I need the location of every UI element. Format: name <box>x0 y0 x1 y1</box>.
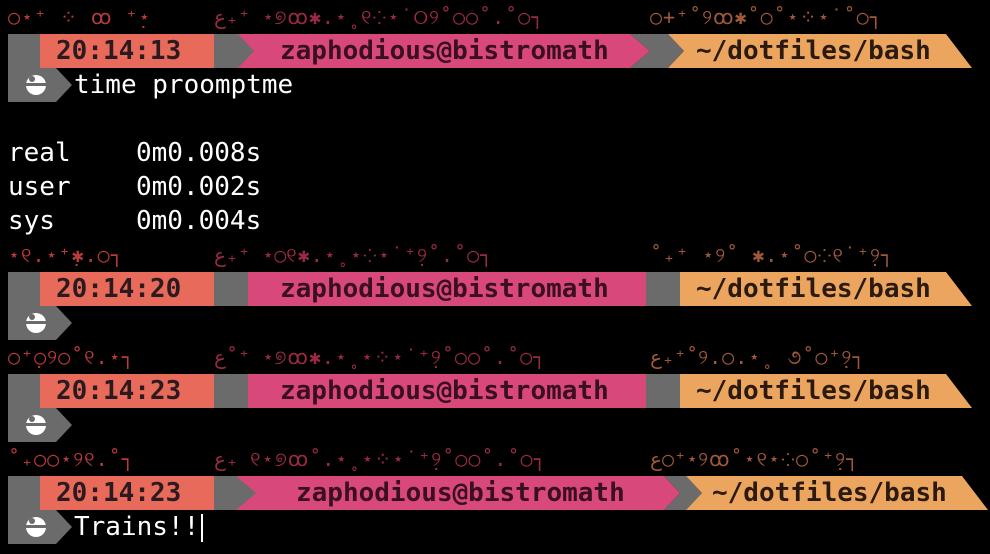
prompt-time: 20:14:13 <box>56 36 182 66</box>
deco-mid: ع₊⁺ ⋆୭ꝏ✱.⋆˳୧⁘⋆˙୦୨˚○○˚.˚○┐ <box>214 5 545 29</box>
prompt-path: ~/dotfiles/bash <box>712 478 947 508</box>
prompt-user-host: zaphodious@bistromath <box>280 274 609 304</box>
command-input[interactable]: Trains!! <box>74 510 204 544</box>
deco-right: ˚₊⁺ ⋆୨˚ ✱.⋆˚○⁘୧˙⁺̣୨┐ <box>650 243 894 267</box>
death-star-icon <box>8 408 72 442</box>
prompt-bar: 20:14:20 zaphodious@bistromath ~/dotfile… <box>0 272 990 306</box>
decoration-line: ˚₊○○⋆୨୧.˚┐ ع₊ ୧⋆୭ꝏ˚.⋆˳⋆⁘⋆˙⁺̣୨˚○○˚.˚○┐ ع○… <box>0 442 990 476</box>
command-line[interactable]: time proomptme <box>0 68 990 102</box>
decoration-line: ○⋆⁺ ⁘ ꝏ ⁺̣⋆ ع₊⁺ ⋆୭ꝏ✱.⋆˳୧⁘⋆˙୦୨˚○○˚.˚○┐ ○+… <box>0 0 990 34</box>
decoration-line: ○⁺̣○୨○˚୧.⋆┐ ع˚⁺ ⋆୭ꝏ✱.⋆˳⋆⁘⋆˙⁺̣୨˚○○˚.˚○┐ ع… <box>0 340 990 374</box>
prompt-path: ~/dotfiles/bash <box>696 274 931 304</box>
deco-mid: ع₊ ୧⋆୭ꝏ˚.⋆˳⋆⁘⋆˙⁺̣୨˚○○˚.˚○┐ <box>214 447 547 471</box>
prompt-path: ~/dotfiles/bash <box>696 376 931 406</box>
deco-right: ○+⁺˚୨ꝏ✱˚○˚⋆⁘⋆˙˚○┐ <box>650 5 883 29</box>
prompt-path: ~/dotfiles/bash <box>696 36 931 66</box>
command-line[interactable]: Trains!! <box>0 510 990 544</box>
deco-left: ○⋆⁺ ⁘ ꝏ ⁺̣⋆ <box>8 5 152 29</box>
command-line[interactable] <box>0 408 990 442</box>
prompt-user-host: zaphodious@bistromath <box>280 36 609 66</box>
prompt-user-host: zaphodious@bistromath <box>296 478 625 508</box>
output-label: real <box>8 138 71 168</box>
prompt-time: 20:14:23 <box>56 376 182 406</box>
deco-left: ˚₊○○⋆୨୧.˚┐ <box>8 447 135 471</box>
output-sys: sys 0m0.004s <box>8 204 261 238</box>
command-text: Trains!! <box>74 512 200 542</box>
deco-left: ○⁺̣○୨○˚୧.⋆┐ <box>8 345 135 369</box>
command-line[interactable] <box>0 306 990 340</box>
output-value: 0m0.008s <box>136 138 262 168</box>
prompt-bar: 20:14:23 zaphodious@bistromath ~/dotfile… <box>0 476 990 510</box>
output-user: user 0m0.002s <box>8 170 261 204</box>
deco-mid: ع₊⁺ ⋆○୧✱.⋆˳⋆⁘⋆˙⁺̣୨˚.˚○┐ <box>214 243 494 267</box>
output-label: sys <box>8 206 55 236</box>
output-value: 0m0.004s <box>136 206 262 236</box>
death-star-icon <box>8 68 72 102</box>
prompt-user-host: zaphodious@bistromath <box>280 376 609 406</box>
deco-mid: ع˚⁺ ⋆୭ꝏ✱.⋆˳⋆⁘⋆˙⁺̣୨˚○○˚.˚○┐ <box>214 345 547 369</box>
deco-left: ⋆୧.⋆⁺̣✱.○┐ <box>8 243 124 267</box>
death-star-icon <box>8 306 72 340</box>
deco-right: ع○⁺⋆୨ꝏ˚⋆୧⋆⁘○˚⁺̣୨┐ <box>650 447 860 471</box>
prompt-time: 20:14:20 <box>56 274 182 304</box>
prompt-bar: 20:14:23 zaphodious@bistromath ~/dotfile… <box>0 374 990 408</box>
deco-right: ع₊⁺˚୨.○.⋆˳ ૭˚○⁺̣୨┐ <box>650 345 866 369</box>
prompt-time: 20:14:23 <box>56 478 182 508</box>
command-text: time proomptme <box>74 70 294 100</box>
death-star-icon <box>8 510 72 544</box>
text-cursor <box>201 513 204 542</box>
prompt-bar: 20:14:13 zaphodious@bistromath ~/dotfile… <box>0 34 990 68</box>
output-real: real 0m0.008s <box>8 136 261 170</box>
output-label: user <box>8 172 71 202</box>
decoration-line: ⋆୧.⋆⁺̣✱.○┐ ع₊⁺ ⋆○୧✱.⋆˳⋆⁘⋆˙⁺̣୨˚.˚○┐ ˚₊⁺ ⋆… <box>0 238 990 272</box>
output-value: 0m0.002s <box>136 172 262 202</box>
